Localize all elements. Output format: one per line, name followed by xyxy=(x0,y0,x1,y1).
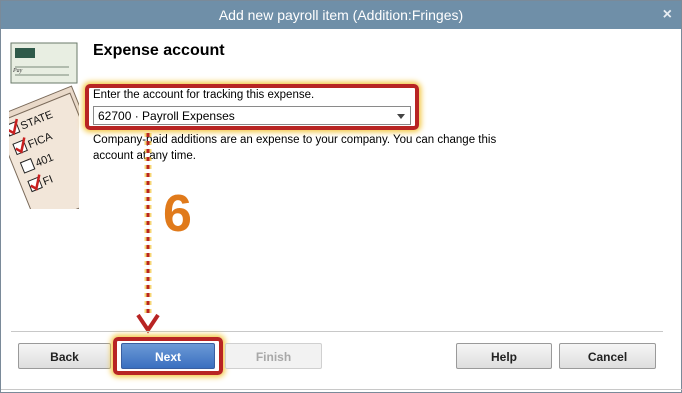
title-bar: Add new payroll item (Addition:Fringes) … xyxy=(1,1,681,29)
next-button[interactable]: Next xyxy=(121,343,215,369)
wizard-window: Add new payroll item (Addition:Fringes) … xyxy=(0,0,682,393)
window-title: Add new payroll item (Addition:Fringes) xyxy=(218,7,464,23)
help-button[interactable]: Help xyxy=(456,343,552,369)
chevron-down-icon[interactable] xyxy=(397,114,405,119)
button-divider xyxy=(11,331,663,332)
window-bottom-border xyxy=(1,389,682,390)
page-title: Expense account xyxy=(93,42,225,59)
expense-account-select[interactable]: 62700 · Payroll Expenses xyxy=(93,106,411,125)
payroll-forms-illustration: Pay STATE FICA 401 FI xyxy=(9,39,79,209)
finish-button[interactable]: Finish xyxy=(225,343,322,369)
step-number: 6 xyxy=(163,185,192,243)
step-arrow-icon xyxy=(136,133,160,334)
back-button[interactable]: Back xyxy=(18,343,111,369)
instruction-label: Enter the account for tracking this expe… xyxy=(93,89,315,101)
expense-account-value: 62700 · Payroll Expenses xyxy=(98,109,235,123)
forms-illustration-icon: Pay STATE FICA 401 FI xyxy=(9,39,79,209)
pay-text: Pay xyxy=(12,68,23,74)
close-icon[interactable]: × xyxy=(663,1,672,29)
cancel-button[interactable]: Cancel xyxy=(559,343,656,369)
